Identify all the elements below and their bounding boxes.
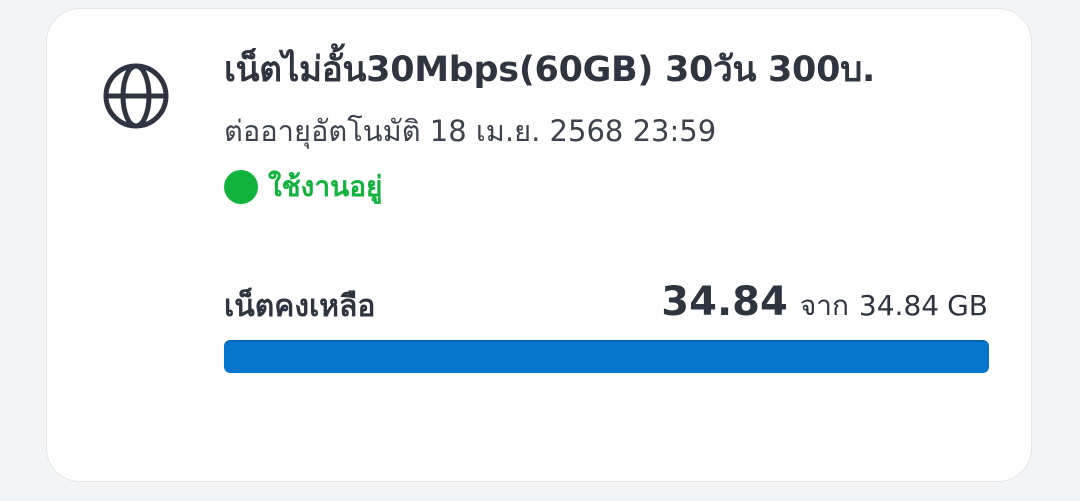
data-of-label: จาก [799, 289, 849, 322]
globe-icon [103, 63, 169, 129]
status-dot-icon [224, 170, 258, 204]
data-remaining-values: 34.84 จาก 34.84 GB [661, 279, 988, 328]
data-progress-bar [224, 340, 989, 373]
data-remaining-amount: 34.84 [661, 279, 788, 325]
data-remaining-label: เน็ตคงเหลือ [224, 289, 376, 324]
data-progress-fill [224, 340, 989, 373]
renewal-date: ต่ออายุอัตโนมัติ 18 เม.ย. 2568 23:59 [224, 114, 717, 148]
data-unit: GB [947, 289, 988, 322]
package-title: เน็ตไม่อั้น30Mbps(60GB) 30วัน 300บ. [224, 50, 876, 90]
status-label: ใช้งานอยู่ [268, 170, 383, 203]
status-badge: ใช้งานอยู่ [224, 168, 382, 206]
data-total-amount: 34.84 [858, 289, 940, 322]
